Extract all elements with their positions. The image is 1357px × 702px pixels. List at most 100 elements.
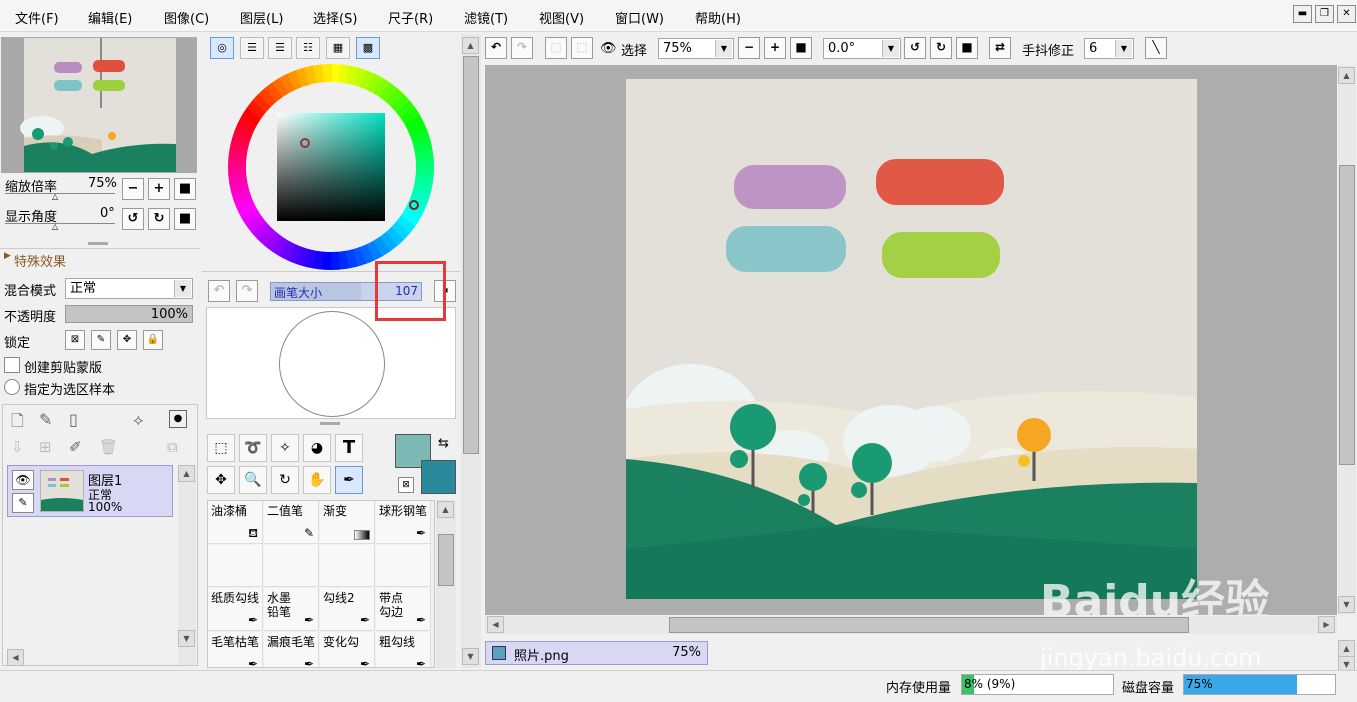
- brush-ball-pen[interactable]: 球形钢笔 ✒: [376, 501, 431, 544]
- brush-empty[interactable]: [376, 545, 431, 587]
- scroll-up-icon[interactable]: ▲: [437, 501, 454, 518]
- brush-thick-line[interactable]: 粗勾线 ✒: [376, 632, 431, 667]
- document-tab[interactable]: 照片.png 75%: [485, 641, 708, 665]
- swap-colors-icon[interactable]: ⇆: [438, 436, 449, 451]
- lock-move-icon[interactable]: ✥: [117, 330, 137, 350]
- rotate-left-button[interactable]: ↺: [122, 208, 144, 230]
- navigator-thumbnail[interactable]: [1, 37, 197, 173]
- brush-paper-line[interactable]: 纸质勾线 ✒: [208, 588, 263, 631]
- brush-empty[interactable]: [208, 545, 263, 587]
- lock-all-icon[interactable]: 🔒: [143, 330, 163, 350]
- scroll-up-icon[interactable]: ▲: [178, 465, 195, 482]
- blend-mode-select[interactable]: 正常 ▼: [65, 278, 193, 299]
- brush-empty[interactable]: [320, 545, 375, 587]
- scroll-right-icon[interactable]: ▶: [1318, 616, 1335, 633]
- panel-scrollbar[interactable]: ▲ ▼: [461, 34, 481, 668]
- brush-empty[interactable]: [264, 545, 319, 587]
- stabilizer-select[interactable]: 6 ▼: [1084, 38, 1134, 59]
- rotate-left-button[interactable]: ↺: [904, 37, 926, 59]
- brush-binary-pen[interactable]: 二值笔 ✎: [264, 501, 319, 544]
- brush-dry-brush[interactable]: 毛笔枯笔 ✒: [208, 632, 263, 667]
- canvas-v-scrollbar[interactable]: ▲ ▼: [1338, 65, 1356, 615]
- canvas-h-scrollbar[interactable]: ◀ ▶: [485, 616, 1337, 634]
- scroll-thumb[interactable]: [463, 56, 479, 454]
- new-layer-icon[interactable]: 🗋: [11, 410, 24, 437]
- hue-segment[interactable]: [322, 64, 332, 83]
- menu-window[interactable]: 窗口(W): [615, 8, 664, 27]
- layer-scrollbar[interactable]: ▲ ▼: [178, 465, 196, 665]
- menu-filter[interactable]: 滤镜(T): [464, 8, 508, 27]
- rotate-reset-button[interactable]: ■: [956, 37, 978, 59]
- zoom-in-button[interactable]: +: [148, 178, 170, 200]
- palette-tab[interactable]: ▦: [326, 37, 350, 59]
- scroll-up-icon[interactable]: ▲: [1338, 67, 1355, 84]
- invert-select-icon[interactable]: ⬚: [571, 37, 593, 59]
- text-icon[interactable]: T: [335, 434, 363, 462]
- swatch-tab[interactable]: ☷: [296, 37, 320, 59]
- menu-layer[interactable]: 图层(L): [240, 8, 283, 27]
- menu-select[interactable]: 选择(S): [313, 8, 357, 27]
- straight-line-icon[interactable]: ╲: [1145, 37, 1167, 59]
- delete-layer-icon[interactable]: 🗑: [99, 438, 118, 456]
- layer-item[interactable]: 👁 ✎ 图层1 正常 100%: [7, 465, 173, 517]
- brush-scrollbar[interactable]: ▲: [436, 500, 456, 668]
- zoom-out-button[interactable]: −: [738, 37, 760, 59]
- brush-gradient[interactable]: 渐变: [320, 501, 375, 544]
- menu-file[interactable]: 文件(F): [15, 8, 59, 27]
- eye-icon[interactable]: 👁: [600, 41, 617, 56]
- lasso-icon[interactable]: ➰: [239, 434, 267, 462]
- zoom-reset-button[interactable]: ■: [174, 178, 196, 200]
- splitter-grip[interactable]: [88, 242, 108, 245]
- undo-icon[interactable]: ↶: [208, 280, 230, 302]
- move-icon[interactable]: ✥: [207, 466, 235, 494]
- brush-variable-line[interactable]: 变化勾 ✒: [320, 632, 375, 667]
- redo-icon[interactable]: ↷: [511, 37, 533, 59]
- rotate-right-button[interactable]: ↻: [148, 208, 170, 230]
- magic-wand-icon[interactable]: ✧: [271, 434, 299, 462]
- clear-layer-icon[interactable]: ✐: [69, 438, 82, 456]
- lock-paint-icon[interactable]: ✎: [91, 330, 111, 350]
- copy-layer-icon[interactable]: ⊞: [39, 438, 52, 456]
- color-wheel[interactable]: [228, 64, 434, 270]
- clip-mask-checkbox[interactable]: [4, 357, 20, 373]
- zoom-icon[interactable]: 🔍: [239, 466, 267, 494]
- transparent-color-icon[interactable]: ⊠: [398, 477, 414, 493]
- hue-segment[interactable]: [228, 166, 247, 176]
- brush-dotted-edge[interactable]: 带点 勾边 ✒: [376, 588, 431, 631]
- close-icon[interactable]: ✕: [1337, 5, 1356, 23]
- layer-transform-icon[interactable]: ⟡: [133, 410, 144, 430]
- flip-icon[interactable]: ⇄: [989, 37, 1011, 59]
- brush-leak-brush[interactable]: 漏痕毛笔 ✒: [264, 632, 319, 667]
- scroll-left-icon[interactable]: ◀: [487, 616, 504, 633]
- hue-segment[interactable]: [415, 158, 434, 168]
- angle-select[interactable]: 0.0° ▼: [823, 38, 901, 59]
- hsv-slider-tab[interactable]: ☰: [268, 37, 292, 59]
- selection-source-radio[interactable]: [4, 379, 20, 395]
- rgb-slider-tab[interactable]: ☰: [240, 37, 264, 59]
- scroll-thumb[interactable]: [438, 534, 454, 586]
- secondary-color-swatch[interactable]: [421, 460, 456, 494]
- color-wheel-tab[interactable]: ◎: [210, 37, 234, 59]
- scroll-down-icon[interactable]: ▼: [178, 630, 195, 647]
- new-vector-layer-icon[interactable]: ✎: [39, 410, 52, 429]
- canvas-viewport[interactable]: Baidu经验: [485, 65, 1337, 615]
- undo-icon[interactable]: ↶: [485, 37, 507, 59]
- merge-all-icon[interactable]: ⧉: [167, 438, 178, 456]
- menu-help[interactable]: 帮助(H): [695, 8, 741, 27]
- deselect-icon[interactable]: ⬚: [545, 37, 567, 59]
- menu-edit[interactable]: 编辑(E): [88, 8, 132, 27]
- rect-select-icon[interactable]: ⬚: [207, 434, 235, 462]
- select-pen-icon[interactable]: ◕: [303, 434, 331, 462]
- menu-ruler[interactable]: 尺子(R): [388, 8, 433, 27]
- minimize-icon[interactable]: ▬: [1293, 5, 1312, 23]
- effects-header[interactable]: ▶ 特殊效果: [0, 248, 200, 270]
- new-folder-icon[interactable]: ▯: [69, 410, 78, 429]
- pen-icon[interactable]: ✎: [12, 493, 34, 513]
- hue-segment[interactable]: [330, 251, 340, 270]
- angle-slider[interactable]: [5, 223, 115, 224]
- brush-line2[interactable]: 勾线2 ✒: [320, 588, 375, 631]
- rotate-reset-button[interactable]: ■: [174, 208, 196, 230]
- zoom-slider-handle[interactable]: △: [52, 192, 58, 201]
- eyedropper-icon[interactable]: ✒: [335, 466, 363, 494]
- rotate-icon[interactable]: ↻: [271, 466, 299, 494]
